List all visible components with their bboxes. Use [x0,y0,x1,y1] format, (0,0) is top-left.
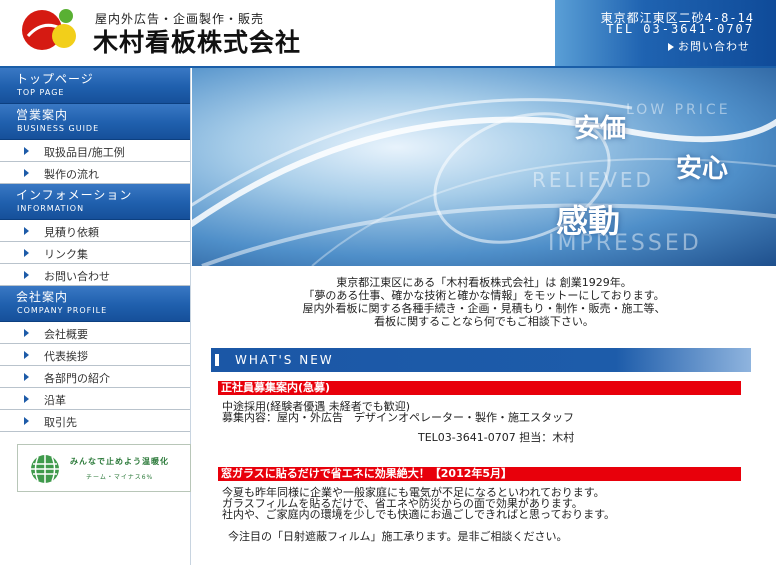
intro-line: 「夢のある仕事、確かな技術と確かな情報」をモットーにしております。 [303,289,665,302]
company-name[interactable]: 木村看板株式会社 [93,23,301,59]
news-item-line: 社内や、ご家庭内の環境を少しでも快適にお過ごしできればと思っております。 [222,508,616,521]
sidebar-section-subtitle: TOP PAGE [17,88,65,97]
globe-icon [31,455,59,483]
sidebar-item-label: 製作の流れ [44,168,99,181]
triangle-bullet-icon [24,249,29,257]
news-item-title[interactable]: 窓ガラスに貼るだけで省エネに効果絶大！【2012年5月】 [218,467,741,481]
sidebar-item-label: 取引先 [44,416,77,429]
sidebar-section-company-profile[interactable]: 会社案内 COMPANY PROFILE [0,286,190,322]
news-item-body: 中途採用(経験者優遇 未経者でも歓迎) 募集内容：屋内・外広告 デザインオペレー… [222,401,574,443]
sidebar-item-links[interactable]: リンク集 [0,242,190,264]
intro-line: 屋内外看板に関する各種手続き・企画・見積もり・制作・販売・施工等、 [302,302,666,315]
triangle-bullet-icon [24,417,29,425]
hero-word-relieved: 安心 [676,154,729,184]
news-item-title[interactable]: 正社員募集案内(急募) [218,381,741,395]
company-logo-icon[interactable] [20,6,76,56]
sidebar-item-label: 代表挨拶 [44,350,88,363]
heading-bar-icon [215,354,219,366]
sidebar-section-title: インフォメーション [16,188,133,202]
hero-english-relieved: RELIEVED [532,168,654,192]
whats-new-title: WHAT'S NEW [235,353,334,367]
triangle-bullet-icon [24,373,29,381]
sidebar-item-label: 会社概要 [44,328,88,341]
company-tel: TEL 03-3641-0707 [606,22,754,36]
arrow-right-icon [668,43,674,51]
news-item-body: 今夏も昨年同様に企業や一般家庭にも電気が不足になるといわれております。 ガラスフ… [222,487,615,542]
sidebar-section-top-page[interactable]: トップページ TOP PAGE [0,68,190,104]
site-header: 屋内外広告・企画製作・販売 木村看板株式会社 東京都江東区二砂4-8-14 TE… [0,0,776,66]
news-item-line: 今注目の「日射遮蔽フィルム」施工承ります。是非ご相談ください。 [228,530,568,543]
hero-word-impressed: 感動 [556,202,621,240]
triangle-bullet-icon [24,329,29,337]
sidebar-section-subtitle: BUSINESS GUIDE [17,124,100,133]
sidebar-section-title: トップページ [16,72,94,86]
sidebar-section-title: 営業案内 [16,108,69,122]
sidebar-item-company-overview[interactable]: 会社概要 [0,322,190,344]
sidebar-nav: トップページ TOP PAGE 営業案内 BUSINESS GUIDE 取扱品目… [0,68,191,565]
news-item-line: TEL03-3641-0707 担当：木村 [418,431,575,444]
sidebar-section-business-guide[interactable]: 営業案内 BUSINESS GUIDE [0,104,190,140]
sidebar-item-label: 各部門の紹介 [44,372,110,385]
sidebar-item-history[interactable]: 沿革 [0,388,190,410]
sidebar-item-label: 取扱品目/施工例 [44,146,125,159]
sidebar-item-departments[interactable]: 各部門の紹介 [0,366,190,388]
hero-english-low-price: LOW PRICE [626,102,731,118]
contact-link-label: お問い合わせ [678,40,750,53]
contact-link[interactable]: お問い合わせ [668,38,750,54]
sidebar-item-contact[interactable]: お問い合わせ [0,264,190,286]
triangle-bullet-icon [24,271,29,279]
sidebar-section-information[interactable]: インフォメーション INFORMATION [0,184,190,220]
sidebar-item-label: リンク集 [44,248,88,261]
sidebar-item-greeting[interactable]: 代表挨拶 [0,344,190,366]
team-minus-6-banner[interactable]: みんなで止めよう温暖化 チーム・マイナス6% [17,444,191,492]
contact-info: 東京都江東区二砂4-8-14 TEL 03-3641-0707 お問い合わせ [555,0,776,66]
sidebar-item-estimate[interactable]: 見積り依頼 [0,220,190,242]
whats-new-heading: WHAT'S NEW [211,348,751,372]
triangle-bullet-icon [24,351,29,359]
sidebar-section-subtitle: INFORMATION [17,204,85,213]
sidebar-item-production-flow[interactable]: 製作の流れ [0,162,190,184]
sidebar-item-label: 沿革 [44,394,66,407]
sidebar-item-clients[interactable]: 取引先 [0,410,190,432]
sidebar-item-products[interactable]: 取扱品目/施工例 [0,140,190,162]
banner-subtext: チーム・マイナス6% [86,474,154,481]
intro-line: 東京都江東区にある「木村看板株式会社」は 創業1929年。 [336,276,632,289]
triangle-bullet-icon [24,395,29,403]
intro-text: 東京都江東区にある「木村看板株式会社」は 創業1929年。 「夢のある仕事、確か… [192,276,776,328]
hero-word-low-price: 安価 [574,114,627,144]
sidebar-section-title: 会社案内 [16,290,69,304]
sidebar-item-label: お問い合わせ [44,270,110,283]
triangle-bullet-icon [24,227,29,235]
hero-image: LOW PRICE RELIEVED IMPRESSED 安価 安心 感動 [192,68,776,266]
triangle-bullet-icon [24,147,29,155]
triangle-bullet-icon [24,169,29,177]
sidebar-item-label: 見積り依頼 [44,226,99,239]
banner-text: みんなで止めよう温暖化 [70,457,169,466]
news-item-line: 募集内容：屋内・外広告 デザインオペレーター・製作・施工スタッフ [222,411,574,424]
sidebar-section-subtitle: COMPANY PROFILE [17,306,108,315]
intro-line: 看板に関することなら何でもご相談下さい。 [374,315,594,328]
